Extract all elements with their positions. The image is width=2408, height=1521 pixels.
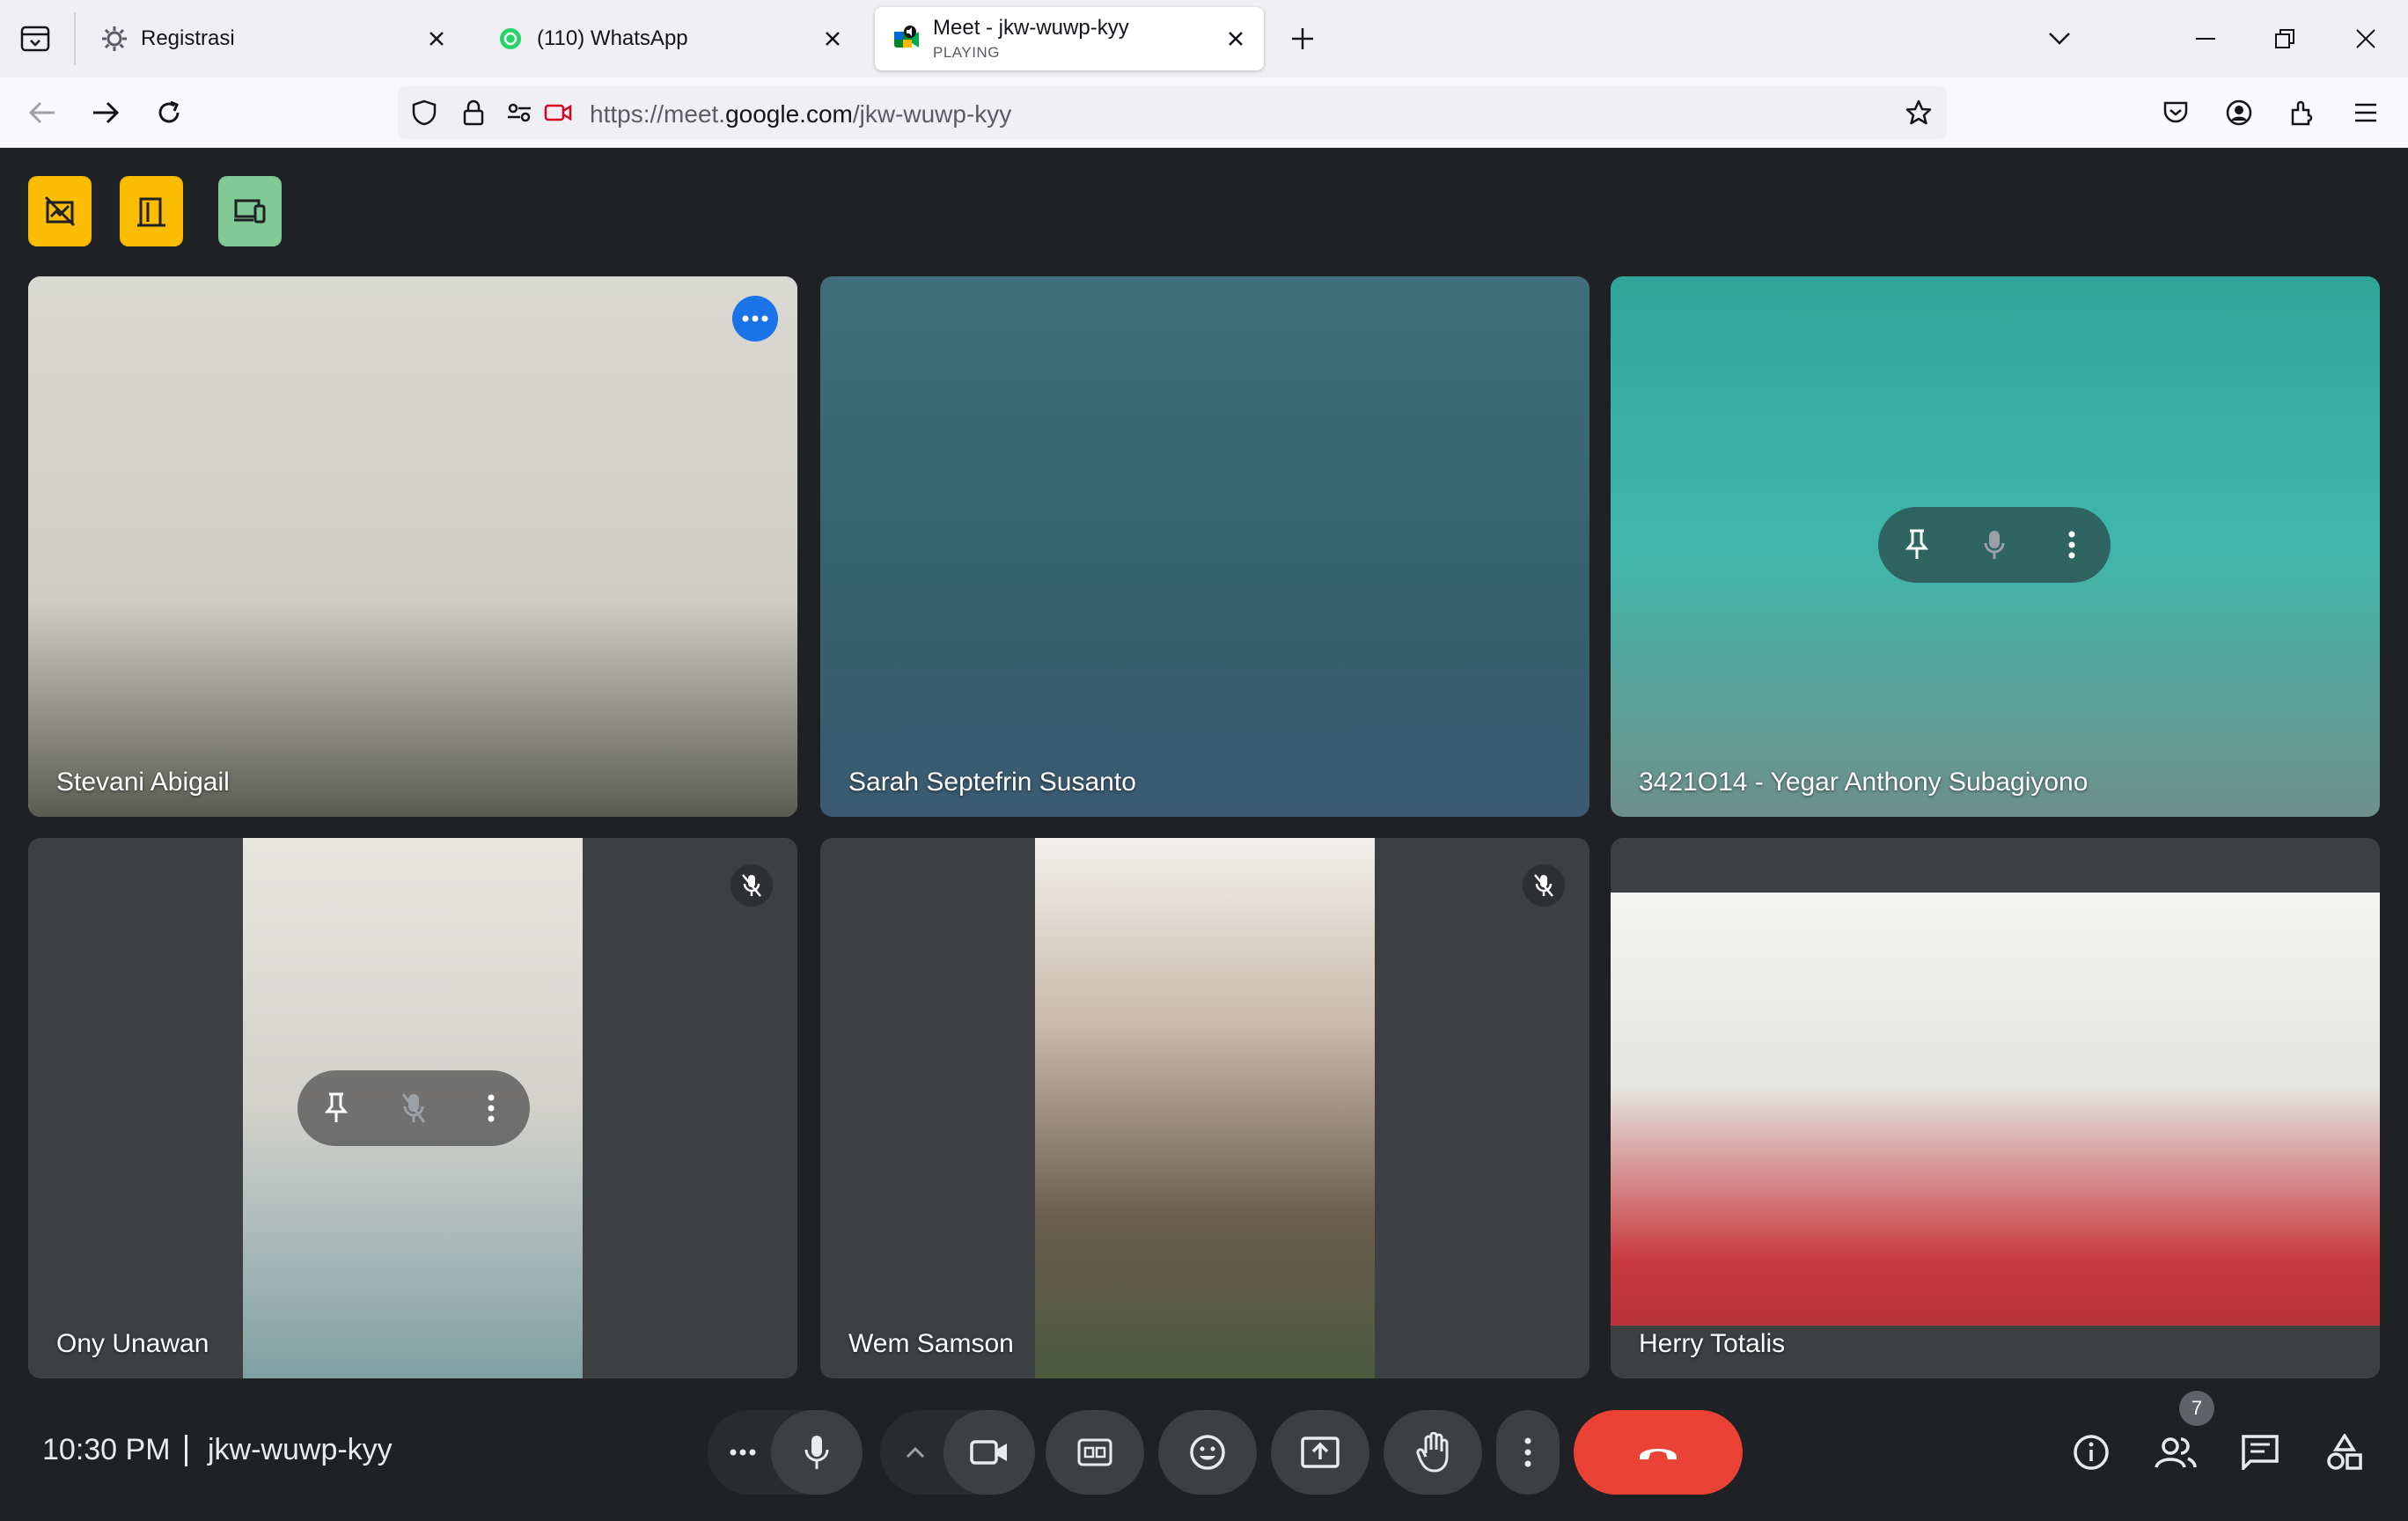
activities-icon[interactable] (2316, 1424, 2373, 1481)
meeting-code: jkw-wuwp-kyy (208, 1433, 393, 1466)
bookmark-star-icon[interactable] (1905, 99, 1933, 127)
tab-title: Meet - jkw-wuwp-kyy (933, 16, 1129, 40)
gear-icon (100, 25, 128, 53)
url-prefix: https://meet. (590, 100, 726, 128)
tab-playing-label: PLAYING (933, 44, 1000, 61)
tab-registrasi[interactable]: Registrasi (83, 7, 465, 70)
navigation-bar: https://meet.google.com/jkw-wuwp-kyy (0, 77, 2408, 148)
meet-controls-bar: 10:30 PM jkw-wuwp-kyy (0, 1391, 2408, 1521)
restore-icon[interactable] (2264, 19, 2306, 58)
meeting-time: 10:30 PM (42, 1433, 171, 1466)
more-vert-icon[interactable] (452, 1070, 530, 1146)
participant-name: 3421O14 - Yegar Anthony Subagiyono (1639, 768, 2089, 797)
captions-button[interactable] (1046, 1410, 1144, 1495)
pocket-icon[interactable] (2155, 92, 2197, 134)
chevron-up-icon[interactable] (880, 1410, 951, 1495)
participant-tile-yegar[interactable]: 3421O14 - Yegar Anthony Subagiyono (1611, 276, 2380, 817)
video-feed (1035, 838, 1375, 1378)
chevron-down-icon[interactable] (2038, 19, 2081, 58)
reload-icon[interactable] (148, 92, 190, 134)
pin-icon[interactable] (1878, 507, 1956, 583)
audio-settings-icon[interactable] (708, 1410, 778, 1495)
forward-arrow-icon[interactable] (84, 92, 127, 134)
door-icon[interactable] (120, 176, 183, 246)
google-meet-icon (892, 25, 921, 53)
pin-icon[interactable] (297, 1070, 375, 1146)
emoji-reactions-button[interactable] (1158, 1410, 1257, 1495)
close-icon[interactable] (819, 25, 847, 53)
participant-name: Ony Unawan (56, 1329, 209, 1358)
tab-title: Registrasi (141, 26, 235, 50)
more-options-button[interactable] (1496, 1410, 1560, 1495)
video-feed (1611, 893, 2380, 1326)
more-options-icon[interactable] (732, 296, 778, 342)
account-icon[interactable] (2218, 92, 2260, 134)
back-arrow-icon[interactable] (21, 92, 63, 134)
minimize-icon[interactable] (2184, 19, 2227, 58)
microphone-button[interactable] (771, 1410, 863, 1495)
tile-hover-controls (1878, 507, 2111, 583)
close-icon[interactable] (1222, 25, 1250, 53)
people-icon[interactable] (2147, 1424, 2204, 1481)
mic-icon[interactable] (1956, 507, 2033, 583)
mic-off-icon (730, 864, 773, 907)
leave-call-button[interactable] (1574, 1410, 1743, 1495)
tile-hover-controls (297, 1070, 530, 1146)
participant-name: Sarah Septefrin Susanto (848, 768, 1136, 797)
tab-meet[interactable]: Meet - jkw-wuwp-kyy PLAYING (875, 7, 1264, 70)
tab-bar: Registrasi (110) WhatsApp Meet - jkw-wuw… (0, 0, 2408, 77)
divider (185, 1435, 187, 1466)
whatsapp-icon (496, 25, 525, 53)
permissions-icon[interactable] (505, 99, 533, 127)
tab-separator (74, 12, 76, 65)
participant-tile-herry[interactable]: Herry Totalis (1611, 838, 2380, 1378)
shield-icon[interactable] (410, 99, 438, 127)
raise-hand-button[interactable] (1384, 1410, 1482, 1495)
tab-list-icon[interactable] (12, 19, 58, 58)
chat-icon[interactable] (2232, 1424, 2288, 1481)
url-domain: google.com (725, 100, 853, 128)
more-vert-icon[interactable] (2033, 507, 2111, 583)
camera-button[interactable] (943, 1410, 1035, 1495)
participant-name: Herry Totalis (1639, 1329, 1786, 1358)
participant-tile-ony[interactable]: Ony Unawan (28, 838, 797, 1378)
camera-in-use-icon[interactable] (544, 99, 572, 127)
menu-icon[interactable] (2345, 92, 2387, 134)
devices-icon[interactable] (218, 176, 282, 246)
participant-tile-sarah[interactable]: Sarah Septefrin Susanto (820, 276, 1589, 817)
tab-title: (110) WhatsApp (537, 26, 688, 50)
people-count-badge: 7 (2179, 1391, 2214, 1426)
participant-name: Stevani Abigail (56, 768, 230, 797)
window-close-icon[interactable] (2345, 19, 2387, 58)
close-icon[interactable] (422, 25, 451, 53)
lock-icon[interactable] (459, 99, 488, 127)
mic-off-icon[interactable] (375, 1070, 452, 1146)
mic-off-icon (1523, 864, 1565, 907)
participant-tile-stevani[interactable]: Stevani Abigail (28, 276, 797, 817)
extensions-icon[interactable] (2281, 92, 2324, 134)
meeting-details-icon[interactable] (2063, 1424, 2119, 1481)
present-screen-button[interactable] (1271, 1410, 1369, 1495)
url-path: /jkw-wuwp-kyy (852, 100, 1012, 128)
address-bar[interactable]: https://meet.google.com/jkw-wuwp-kyy (398, 86, 1947, 139)
video-feed (28, 276, 797, 817)
video-feed (820, 276, 1589, 817)
new-tab-icon[interactable] (1283, 19, 1322, 58)
url-text[interactable]: https://meet.google.com/jkw-wuwp-kyy (590, 100, 1011, 129)
hotspot-off-icon[interactable] (28, 176, 92, 246)
participant-name: Wem Samson (848, 1329, 1014, 1358)
participant-tile-wem[interactable]: Wem Samson (820, 838, 1589, 1378)
tab-whatsapp[interactable]: (110) WhatsApp (479, 7, 861, 70)
